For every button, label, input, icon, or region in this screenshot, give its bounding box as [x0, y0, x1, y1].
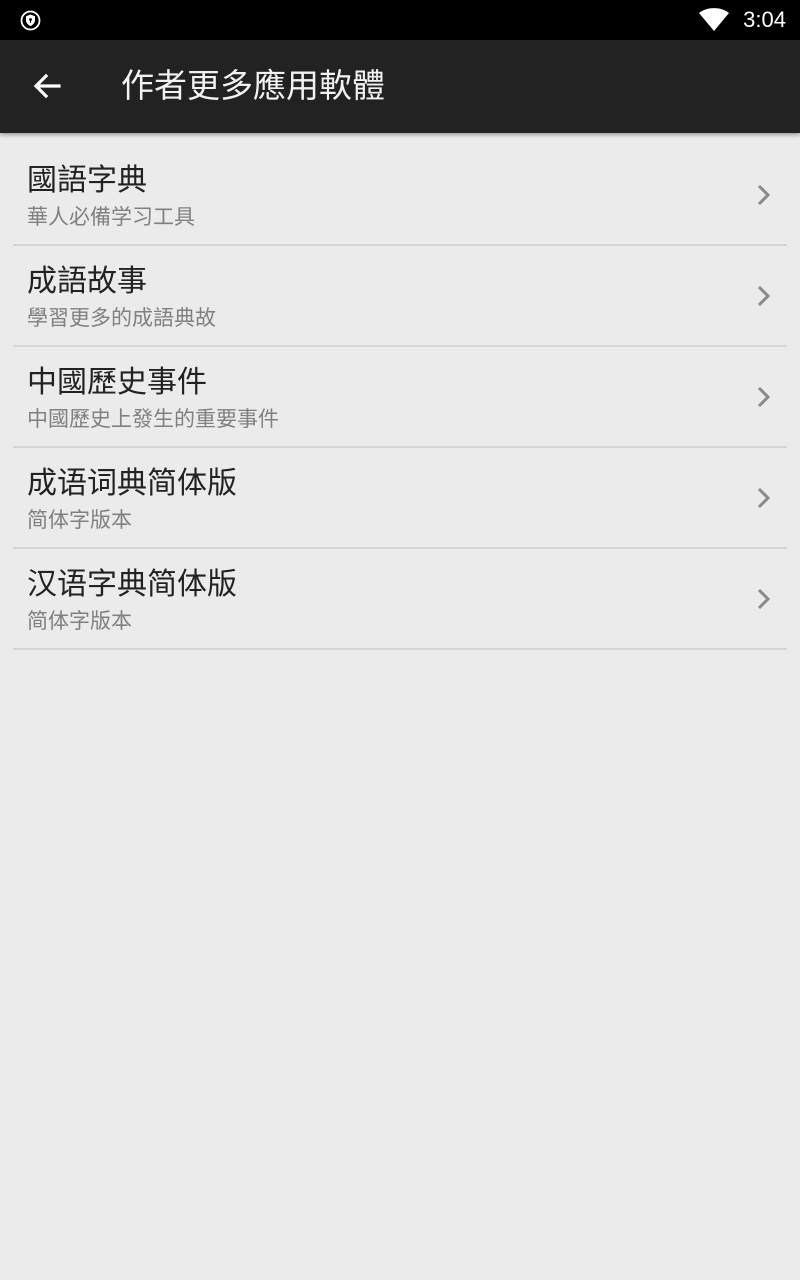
chevron-right-icon — [757, 487, 771, 509]
item-title: 成語故事 — [27, 264, 147, 299]
list-item[interactable]: 國語字典 華人必備学习工具 — [13, 145, 787, 246]
chevron-right-icon — [757, 588, 771, 610]
item-title: 成语词典简体版 — [27, 466, 237, 501]
wifi-icon — [699, 8, 729, 31]
status-time: 3:04 — [743, 7, 786, 32]
page-title: 作者更多應用軟體 — [121, 66, 385, 105]
status-bar: 3:04 — [0, 0, 800, 40]
list-item[interactable]: 成语词典简体版 简体字版本 — [13, 448, 787, 549]
shield-icon — [20, 10, 41, 31]
item-subtitle: 學習更多的成語典故 — [27, 306, 216, 330]
arrow-back-icon — [33, 73, 61, 99]
chevron-right-icon — [757, 184, 771, 206]
app-bar: 作者更多應用軟體 — [0, 40, 800, 133]
list-item[interactable]: 中國歷史事件 中國歷史上發生的重要事件 — [13, 347, 787, 448]
item-subtitle: 简体字版本 — [27, 508, 132, 532]
list-item[interactable]: 成語故事 學習更多的成語典故 — [13, 246, 787, 347]
item-title: 汉语字典简体版 — [27, 567, 237, 602]
back-button[interactable] — [18, 57, 76, 115]
item-title: 中國歷史事件 — [27, 365, 207, 400]
chevron-right-icon — [757, 285, 771, 307]
item-subtitle: 中國歷史上發生的重要事件 — [27, 407, 279, 431]
item-subtitle: 简体字版本 — [27, 609, 132, 633]
item-subtitle: 華人必備学习工具 — [27, 205, 195, 229]
list-item[interactable]: 汉语字典简体版 简体字版本 — [13, 549, 787, 650]
chevron-right-icon — [757, 386, 771, 408]
app-list: 國語字典 華人必備学习工具 成語故事 學習更多的成語典故 中國歷史事件 中國歷史… — [13, 145, 787, 650]
item-title: 國語字典 — [27, 163, 147, 198]
